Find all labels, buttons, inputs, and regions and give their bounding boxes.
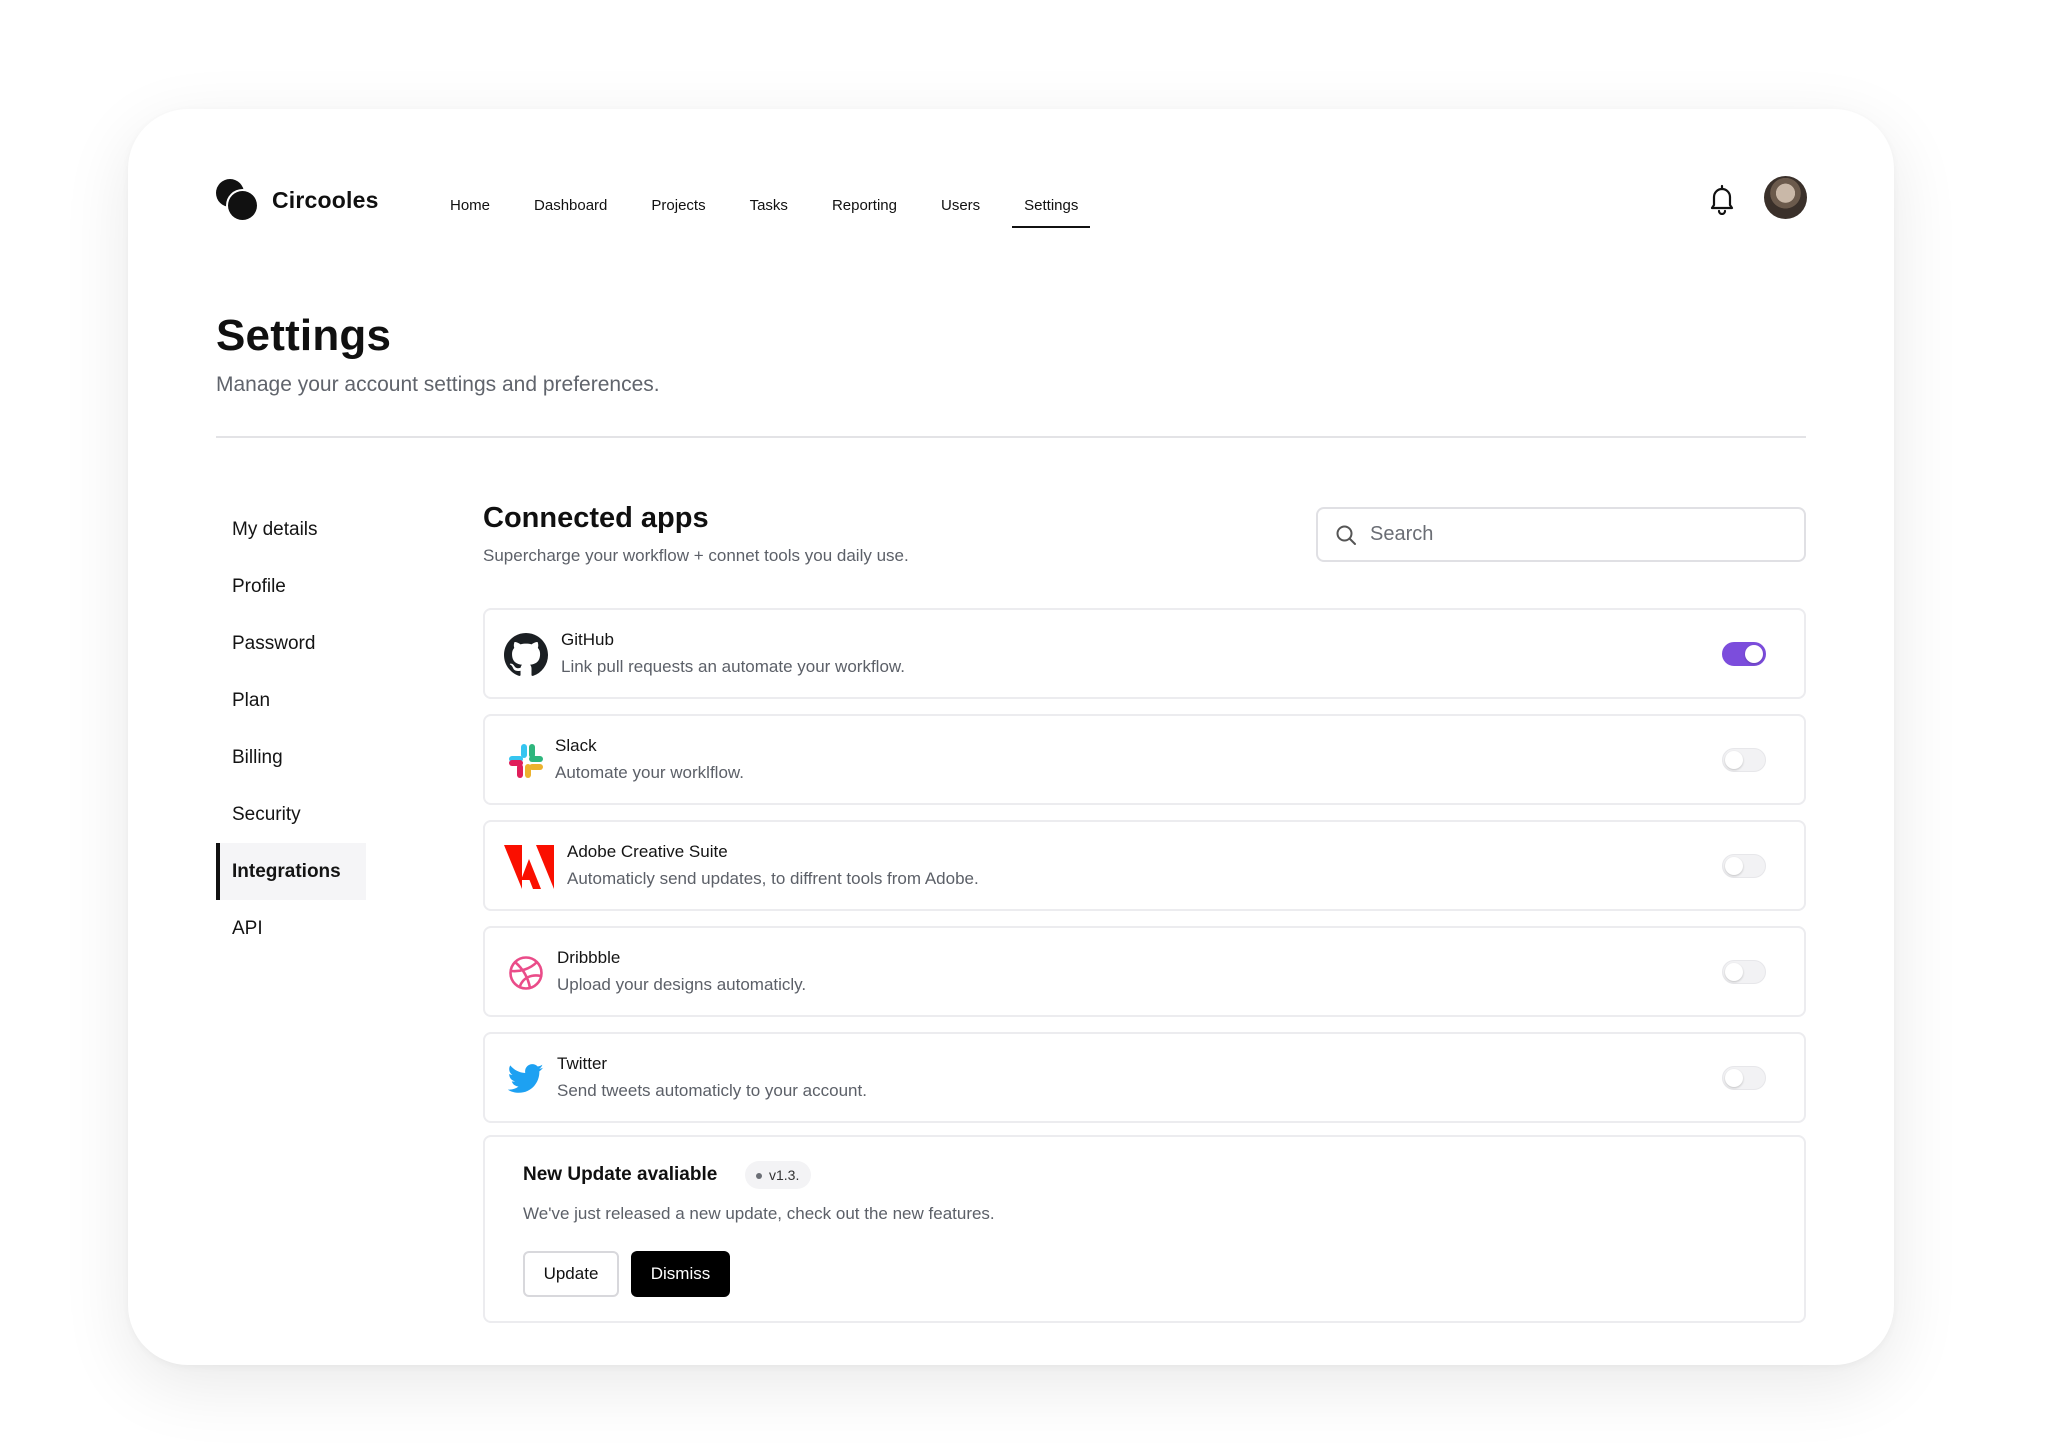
app-description: Automaticly send updates, to diffrent to… (567, 869, 979, 888)
app-name: GitHub (561, 630, 614, 649)
bell-icon[interactable] (1707, 183, 1737, 216)
page-subtitle: Manage your account settings and prefere… (216, 373, 660, 396)
app-row-twitter: Twitter Send tweets automaticly to your … (483, 1032, 1806, 1123)
slack-icon (503, 738, 549, 784)
app-name: Twitter (557, 1054, 608, 1073)
update-title: New Update avaliable (523, 1164, 718, 1185)
nav-item-dashboard[interactable]: Dashboard (512, 187, 629, 228)
connected-apps-list: GitHub Link pull requests an automate yo… (483, 608, 1806, 1138)
divider (216, 436, 1806, 438)
app-description: Send tweets automaticly to your account. (557, 1081, 867, 1100)
sidebar-item-integrations[interactable]: Integrations (216, 843, 366, 900)
update-description: We've just released a new update, check … (523, 1204, 995, 1223)
app-row-slack: Slack Automate your worklflow. (483, 714, 1806, 805)
search-icon (1336, 525, 1356, 545)
app-description: Upload your designs automaticly. (557, 975, 807, 994)
nav-item-reporting[interactable]: Reporting (810, 187, 919, 228)
avatar[interactable] (1764, 176, 1807, 219)
top-nav: Home Dashboard Projects Tasks Reporting … (428, 187, 1100, 228)
brand-logo[interactable]: Circooles (216, 179, 379, 221)
version-badge: v1.3. (745, 1161, 812, 1189)
app-name: Dribbble (557, 948, 621, 967)
app-row-github: GitHub Link pull requests an automate yo… (483, 608, 1806, 699)
sidebar-item-billing[interactable]: Billing (216, 729, 366, 786)
app-name: Adobe Creative Suite (567, 842, 728, 861)
update-banner: New Update avaliable v1.3. We've just re… (483, 1135, 1806, 1323)
app-description: Automate your worklflow. (555, 763, 744, 782)
update-button[interactable]: Update (523, 1251, 619, 1297)
nav-item-settings[interactable]: Settings (1002, 187, 1100, 228)
adobe-icon (503, 844, 555, 890)
sidebar-item-api[interactable]: API (216, 900, 366, 957)
search-box[interactable] (1316, 507, 1806, 562)
app-description: Link pull requests an automate your work… (561, 657, 905, 676)
settings-sidebar: My details Profile Password Plan Billing… (216, 501, 366, 957)
section-title: Connected apps (483, 502, 709, 534)
sidebar-item-my-details[interactable]: My details (216, 501, 366, 558)
logo-mark-icon (216, 179, 258, 221)
github-icon (503, 632, 549, 678)
app-row-dribbble: Dribbble Upload your designs automaticly… (483, 926, 1806, 1017)
section-subtitle: Supercharge your workflow + connet tools… (483, 546, 909, 565)
sidebar-item-security[interactable]: Security (216, 786, 366, 843)
sidebar-item-plan[interactable]: Plan (216, 672, 366, 729)
app-row-adobe: Adobe Creative Suite Automaticly send up… (483, 820, 1806, 911)
app-name: Slack (555, 736, 597, 755)
nav-item-tasks[interactable]: Tasks (728, 187, 810, 228)
nav-item-users[interactable]: Users (919, 187, 1002, 228)
nav-item-projects[interactable]: Projects (629, 187, 727, 228)
nav-item-home[interactable]: Home (428, 187, 512, 228)
dismiss-button[interactable]: Dismiss (631, 1251, 730, 1297)
sidebar-item-profile[interactable]: Profile (216, 558, 366, 615)
twitter-icon (503, 1056, 549, 1102)
page-title: Settings (216, 311, 392, 360)
app-window: Circooles Home Dashboard Projects Tasks … (128, 109, 1894, 1365)
twitter-toggle[interactable] (1722, 1066, 1766, 1090)
dribbble-icon (503, 950, 549, 996)
slack-toggle[interactable] (1722, 748, 1766, 772)
search-input[interactable] (1370, 523, 1770, 546)
dribbble-toggle[interactable] (1722, 960, 1766, 984)
sidebar-item-password[interactable]: Password (216, 615, 366, 672)
brand-name: Circooles (272, 186, 379, 213)
adobe-toggle[interactable] (1722, 854, 1766, 878)
github-toggle[interactable] (1722, 642, 1766, 666)
